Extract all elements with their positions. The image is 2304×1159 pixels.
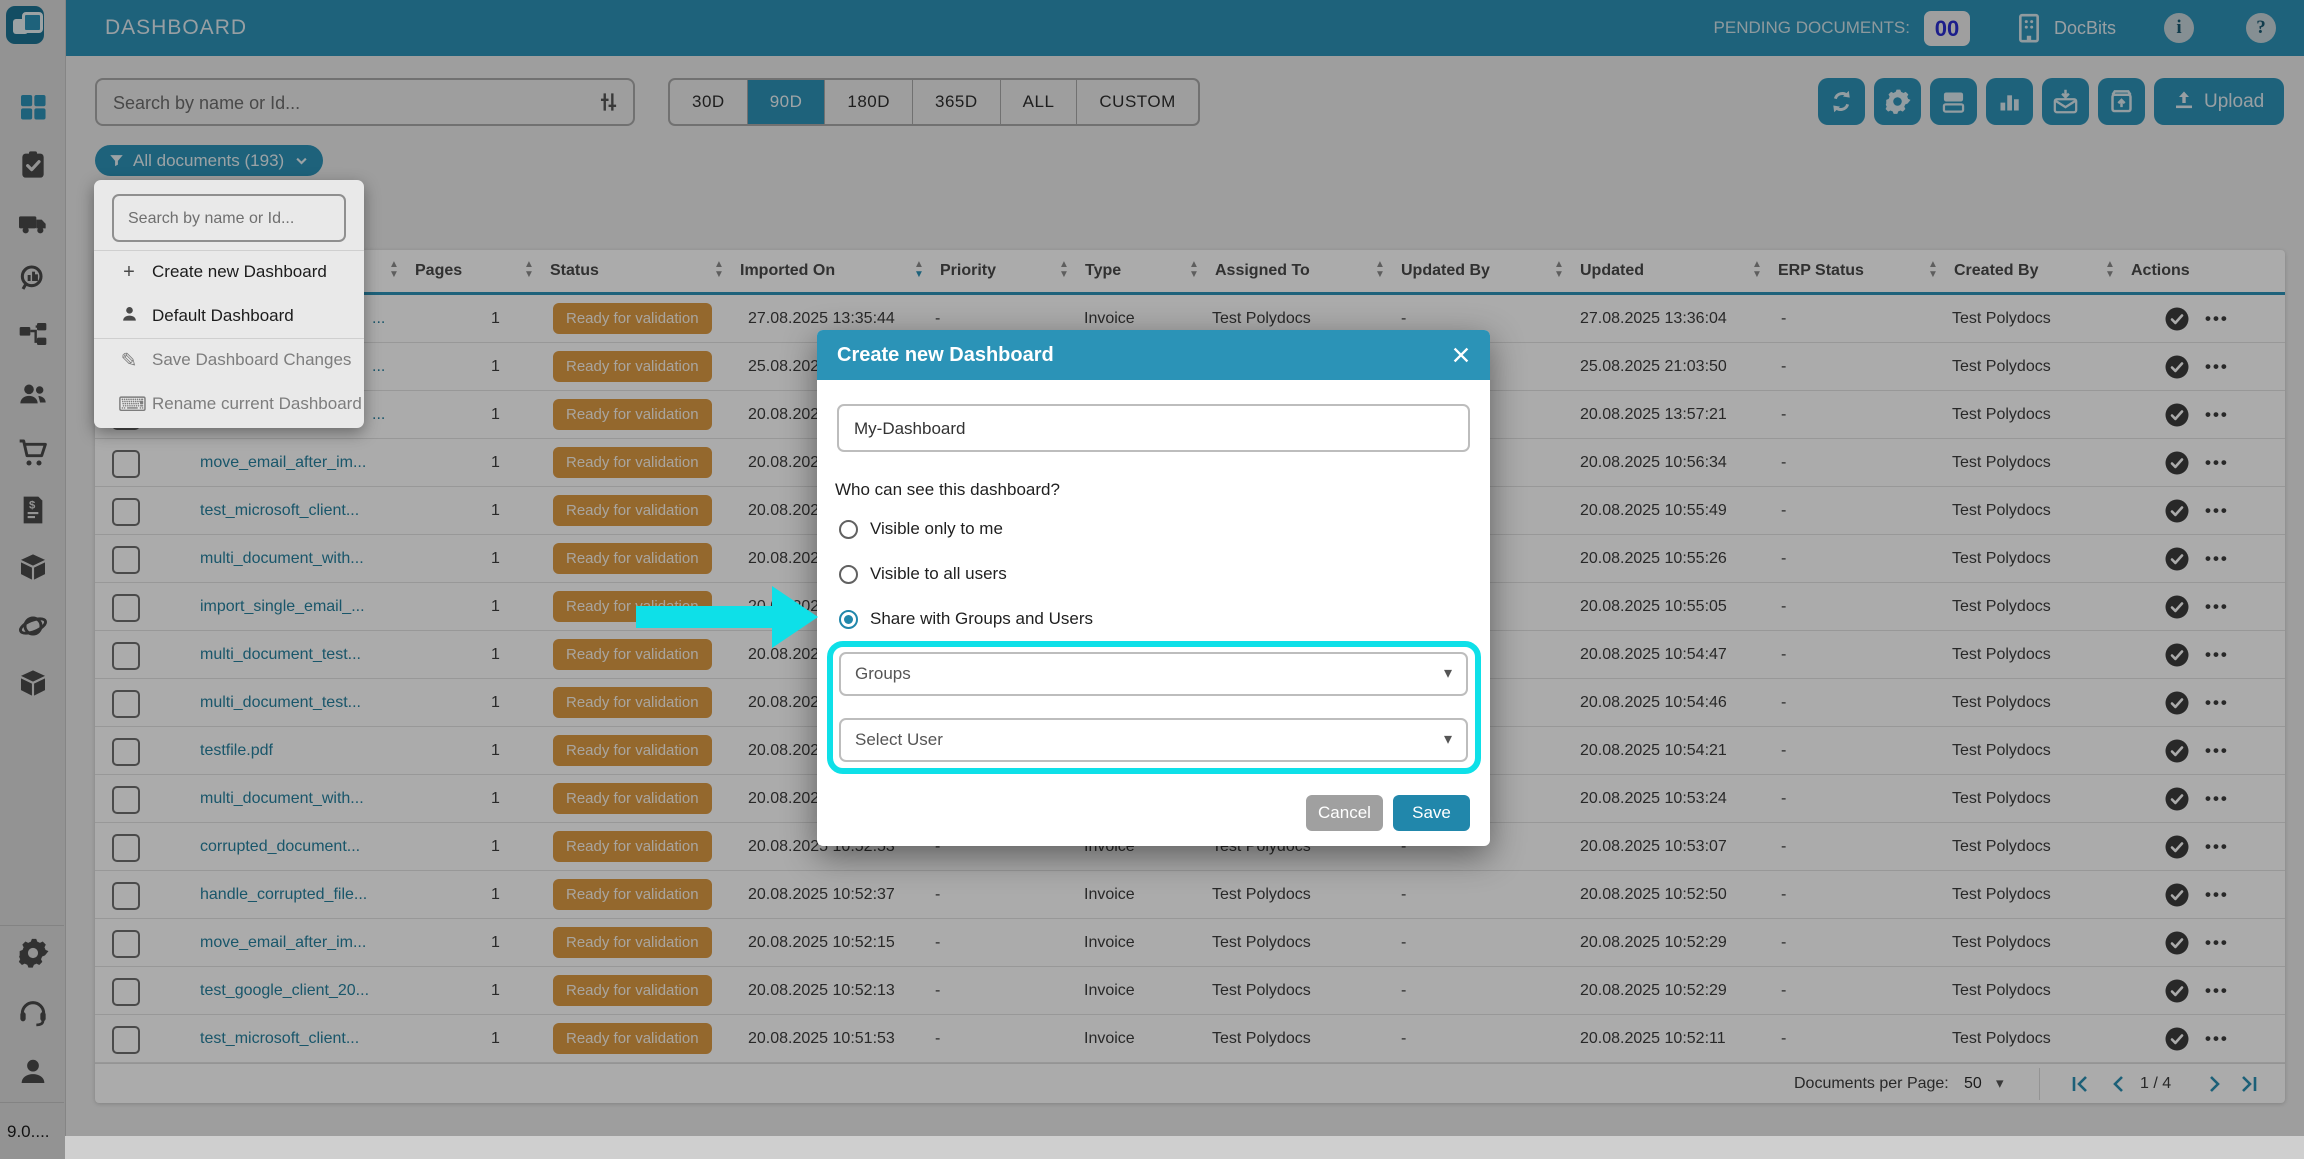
close-icon[interactable]	[1450, 344, 1472, 366]
app-root: DASHBOARD PENDING DOCUMENTS: 00 DocBits …	[0, 0, 2304, 1159]
dashboard-name-input[interactable]	[852, 406, 1456, 452]
tutorial-highlight-box	[827, 641, 1481, 774]
plus-icon: +	[123, 260, 135, 283]
horizontal-scrollbar-track[interactable]	[65, 1136, 2304, 1159]
radio-selected-icon	[839, 609, 858, 629]
dashboard-menu: + Create new Dashboard Default Dashboard…	[94, 180, 364, 428]
radio-visible-all-users[interactable]: Visible to all users	[839, 561, 1007, 587]
tutorial-arrow-head	[772, 586, 818, 648]
menu-item-save-dashboard[interactable]: ✎ Save Dashboard Changes	[94, 338, 364, 382]
visibility-question: Who can see this dashboard?	[835, 480, 1060, 499]
pencil-icon: ✎	[120, 349, 138, 372]
person-icon	[118, 304, 140, 329]
cancel-button[interactable]: Cancel	[1306, 795, 1383, 831]
tutorial-arrow	[636, 606, 774, 628]
dashboard-name-field	[837, 404, 1470, 452]
dashboard-menu-search	[112, 194, 346, 242]
modal-header: Create new Dashboard	[817, 330, 1490, 380]
dashboard-search-input[interactable]	[126, 196, 338, 242]
modal-title: Create new Dashboard	[837, 344, 1054, 366]
radio-visible-only-me[interactable]: Visible only to me	[839, 516, 1003, 542]
radio-share-groups-users[interactable]: Share with Groups and Users	[839, 606, 1093, 632]
menu-item-rename-dashboard[interactable]: ⌨ Rename current Dashboard	[94, 382, 364, 426]
radio-icon	[839, 564, 858, 584]
radio-icon	[839, 519, 858, 539]
save-button[interactable]: Save	[1393, 795, 1470, 831]
menu-item-default-dashboard[interactable]: Default Dashboard	[94, 294, 364, 338]
menu-item-create-dashboard[interactable]: + Create new Dashboard	[94, 250, 364, 294]
keyboard-icon: ⌨	[118, 393, 147, 416]
